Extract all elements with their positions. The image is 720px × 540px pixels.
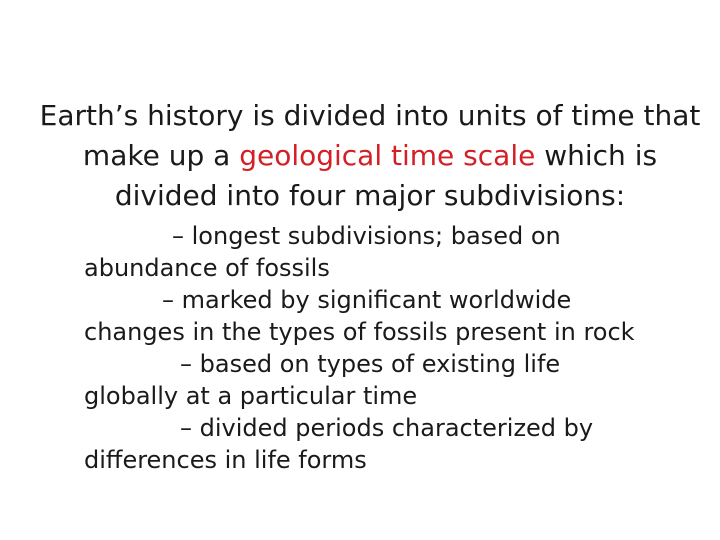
subdivision-era: – marked by significant worldwide change…: [84, 284, 644, 348]
geological-time-scale-term: geological time scale: [239, 139, 536, 172]
subdivision-description: – longest subdivisions; based on abundan…: [84, 222, 561, 282]
subdivision-period: – based on types of existing life global…: [84, 348, 644, 412]
subdivision-description: – divided periods characterized by diffe…: [84, 414, 594, 474]
subdivision-list: – longest subdivisions; based on abundan…: [84, 220, 644, 476]
subdivision-description: – based on types of existing life global…: [84, 350, 561, 410]
subdivision-epoch: – divided periods characterized by diffe…: [84, 412, 644, 476]
subdivision-description: – marked by significant worldwide change…: [84, 286, 635, 346]
slide: Earth’s history is divided into units of…: [0, 0, 720, 540]
intro-paragraph: Earth’s history is divided into units of…: [30, 96, 710, 216]
subdivision-eon: – longest subdivisions; based on abundan…: [84, 220, 644, 284]
